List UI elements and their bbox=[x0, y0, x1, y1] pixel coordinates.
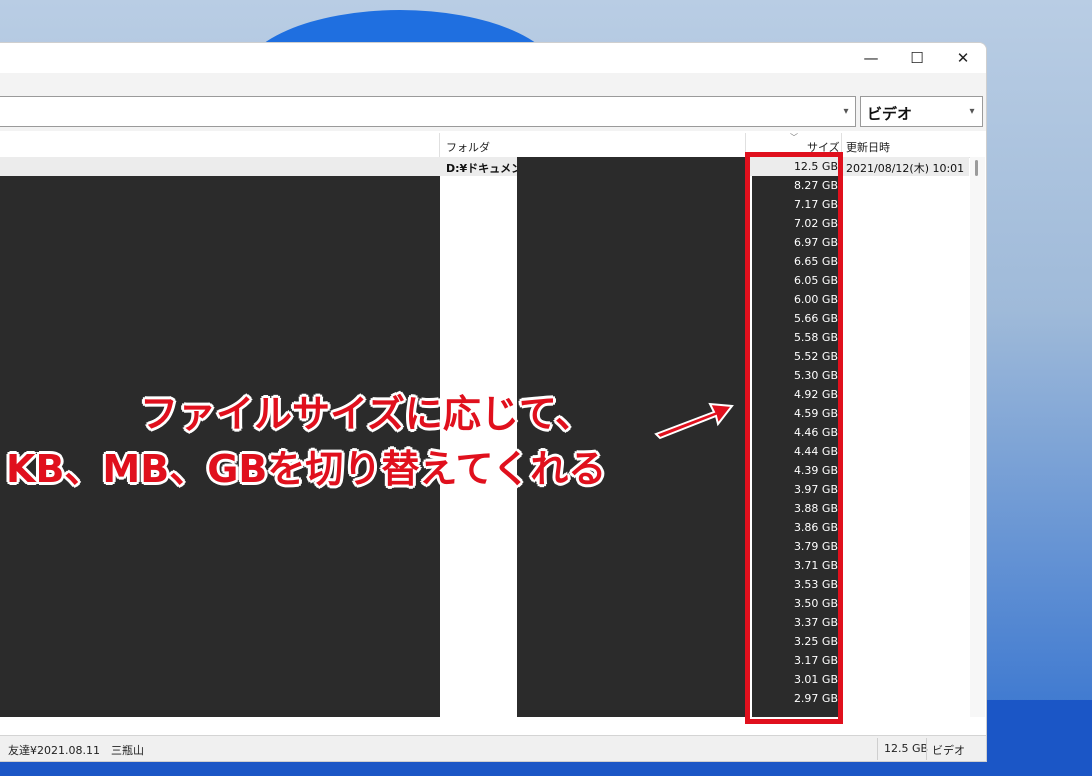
search-input[interactable]: ▾ bbox=[0, 96, 856, 127]
column-folder[interactable]: フォルダ bbox=[446, 139, 490, 155]
cell-folder: D:¥ドキュメント bbox=[446, 675, 517, 688]
cell-modified: 2021/08/26(木) 13:07 bbox=[846, 390, 965, 403]
close-button[interactable]: ✕ bbox=[940, 43, 986, 73]
status-bar: 友達¥2021.08.11 三瓶山 12.5 GB ビデオ bbox=[0, 735, 986, 761]
cell-folder: D:¥ドキュメント bbox=[446, 162, 517, 175]
cell-modified: 2021/08/28(土) 12:06 bbox=[846, 257, 965, 270]
title-bar: — ☐ ✕ bbox=[0, 43, 986, 75]
cell-modified: 2022/07/09(土) 16:02 bbox=[846, 352, 965, 365]
selected-row-fill bbox=[0, 157, 440, 176]
cell-folder: D:¥ドキュメント bbox=[446, 694, 517, 707]
cell-modified: 2024/08/12(月) 14:25 bbox=[846, 485, 965, 498]
sort-desc-icon: ﹀ bbox=[790, 133, 798, 142]
status-divider bbox=[926, 738, 927, 760]
cell-folder: D:¥ドキュメント bbox=[446, 219, 517, 232]
status-path: 友達¥2021.08.11 三瓶山 bbox=[8, 744, 144, 757]
filter-select-value: ビデオ bbox=[867, 105, 913, 123]
search-toolbar: ▾ ビデオ ▾ bbox=[0, 73, 986, 131]
scroll-thumb[interactable] bbox=[975, 160, 978, 176]
column-separator[interactable] bbox=[439, 133, 440, 157]
status-filter: ビデオ bbox=[932, 744, 965, 757]
cell-folder: D:¥ドキュメント bbox=[446, 637, 517, 650]
cell-folder: D:¥ドキュメント bbox=[446, 504, 517, 517]
cell-folder: D:¥ドキュメント bbox=[446, 257, 517, 270]
cell-folder: D:¥ドキュメント bbox=[446, 561, 517, 574]
cell-modified: 2024/11/13(水) 20:35 bbox=[846, 675, 965, 688]
cell-folder: D:¥ドキュメント bbox=[446, 599, 517, 612]
chevron-down-icon[interactable]: ▾ bbox=[837, 97, 855, 126]
status-size: 12.5 GB bbox=[884, 742, 929, 755]
cell-modified: 2020/10/10(土) 9:07 bbox=[846, 295, 958, 308]
cell-modified: 2024/10/29(火) 22:38 bbox=[846, 561, 965, 574]
annotation-line-1: ファイルサイズに応じて、 bbox=[140, 392, 593, 436]
cell-modified: 2024/10/29(火) 21:07 bbox=[846, 618, 965, 631]
cell-modified: 2019/03/02(土) 16:19 bbox=[846, 333, 965, 346]
cell-modified: 2019/04/08(月) 19:05 bbox=[846, 276, 965, 289]
cell-modified: 2023/07/27(木) 15:15 bbox=[846, 428, 965, 441]
cell-modified: 2024/06/23(日) 11:48 bbox=[846, 409, 965, 422]
cell-folder: D:¥ドキュメント bbox=[446, 656, 517, 669]
annotation-arrow-icon bbox=[654, 402, 734, 440]
cell-modified: 2021/09/22(水) 21:43 bbox=[846, 599, 965, 612]
cell-modified: 2019/07/03(水) 14:41 bbox=[846, 466, 965, 479]
cell-folder: D:¥ドキュメント bbox=[446, 580, 517, 593]
annotation-line-2: KB、MB、GBを切り替えてくれる bbox=[6, 447, 607, 491]
cell-modified: 2024/08/12(月) 15:04 bbox=[846, 181, 965, 194]
cell-modified: 2024/10/04(金) 11:01 bbox=[846, 447, 965, 460]
minimize-button[interactable]: — bbox=[848, 43, 894, 73]
cell-folder: D:¥ドキュメント bbox=[446, 352, 517, 365]
cell-folder: D:¥ドキュメント bbox=[446, 276, 517, 289]
redacted-path-cell bbox=[517, 157, 745, 176]
maximize-button[interactable]: ☐ bbox=[894, 43, 940, 73]
vertical-scrollbar[interactable] bbox=[970, 157, 985, 717]
cell-modified: 2023/12/28(木) 16:50 bbox=[846, 637, 965, 650]
cell-folder: D:¥ドキュメント bbox=[446, 200, 517, 213]
filter-select[interactable]: ビデオ ▾ bbox=[860, 96, 983, 127]
cell-folder: D:¥ドキュメント bbox=[446, 314, 517, 327]
cell-modified: 2024/11/18(月) 19:42 bbox=[846, 219, 965, 232]
status-divider bbox=[877, 738, 878, 760]
cell-modified: 2023/07/16(日) 13:28 bbox=[846, 542, 965, 555]
cell-folder: D:¥ドキュメント bbox=[446, 295, 517, 308]
cell-folder: D:¥ドキュメント bbox=[446, 181, 517, 194]
chevron-down-icon[interactable]: ▾ bbox=[964, 97, 980, 126]
cell-modified: 2024/11/22(金) 15:14 bbox=[846, 580, 965, 593]
cell-folder: D:¥ドキュメント bbox=[446, 238, 517, 251]
cell-modified: 2021/08/12(木) 10:01 bbox=[846, 162, 965, 175]
cell-modified: 2024/11/22(金) 15:12 bbox=[846, 656, 965, 669]
cell-modified: 2019/01/14(月) 19:13 bbox=[846, 504, 965, 517]
cell-modified: 2021/09/10(金) 16:29 bbox=[846, 314, 965, 327]
cell-folder: D:¥ドキュメント bbox=[446, 523, 517, 536]
cell-folder: D:¥ドキュメント bbox=[446, 333, 517, 346]
cell-modified: 2019/03/13(水) 23:45 bbox=[846, 200, 965, 213]
cell-modified: 2019/03/30(土) 10:02 bbox=[846, 238, 965, 251]
cell-folder: D:¥ドキュメント bbox=[446, 542, 517, 555]
cell-modified: 2019/02/09(土) 17:02 bbox=[846, 694, 965, 707]
column-modified[interactable]: 更新日時 bbox=[846, 139, 890, 155]
cell-folder: D:¥ドキュメント bbox=[446, 618, 517, 631]
size-column-highlight bbox=[745, 152, 843, 724]
cell-modified: 2024/11/13(水) 20:34 bbox=[846, 371, 965, 384]
cell-modified: 2019/08/21(水) 0:09 bbox=[846, 523, 958, 536]
